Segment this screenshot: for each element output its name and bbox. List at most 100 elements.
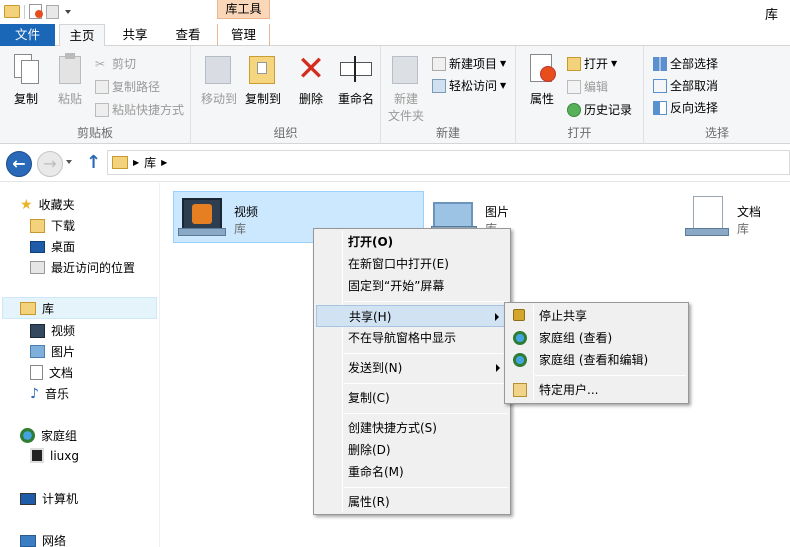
new-item-button[interactable]: 新建项目 ▼ bbox=[432, 55, 506, 72]
tab-manage[interactable]: 管理 bbox=[217, 24, 270, 46]
edit-button[interactable]: 编辑 bbox=[567, 78, 608, 95]
paste-button[interactable]: 粘贴 bbox=[50, 52, 90, 107]
computer-icon bbox=[20, 492, 36, 505]
users-icon bbox=[513, 383, 527, 397]
nav-item-documents[interactable]: 文档 bbox=[30, 364, 73, 381]
menu-item-share[interactable]: 共享(H) bbox=[316, 305, 508, 327]
ribbon-tabs: 文件 主页 共享 查看 管理 bbox=[0, 24, 790, 47]
copy-path-button[interactable]: 复制路径 bbox=[95, 78, 160, 95]
nav-item-videos[interactable]: 视频 bbox=[30, 322, 75, 339]
tab-file[interactable]: 文件 bbox=[0, 24, 55, 46]
paste-shortcut-icon bbox=[95, 102, 109, 117]
item-name: 图片 bbox=[485, 205, 510, 219]
nav-label: 视频 bbox=[51, 324, 76, 338]
paste-shortcut-button[interactable]: 粘贴快捷方式 bbox=[95, 101, 184, 118]
nav-item-pictures[interactable]: 图片 bbox=[30, 343, 75, 360]
menu-item-copy[interactable]: 复制(C) bbox=[316, 387, 508, 409]
submenu-item-homegroup-edit[interactable]: 家庭组 (查看和编辑) bbox=[507, 349, 686, 371]
scissors-icon: ✂ bbox=[95, 56, 106, 71]
desktop-icon bbox=[30, 240, 45, 253]
forward-button[interactable]: → bbox=[37, 151, 63, 177]
select-all-button[interactable]: 全部选择 bbox=[653, 55, 718, 72]
nav-item-music[interactable]: ♪ 音乐 bbox=[30, 385, 69, 402]
new-item-icon bbox=[432, 56, 446, 71]
new-folder-button[interactable]: 新建 文件夹 bbox=[385, 52, 427, 124]
menu-item-hide-nav[interactable]: 不在导航窗格中显示 bbox=[316, 327, 508, 349]
open-button[interactable]: 打开 ▼ bbox=[567, 55, 617, 72]
nav-item-network[interactable]: 网络 bbox=[20, 532, 66, 547]
menu-item-properties[interactable]: 属性(R) bbox=[316, 491, 508, 513]
nav-item-user[interactable]: liuxg bbox=[30, 448, 79, 463]
nav-item-libraries[interactable]: 库 bbox=[20, 300, 54, 317]
homegroup-edit-label: 家庭组 (查看和编辑) bbox=[539, 353, 649, 367]
invert-selection-button[interactable]: 反向选择 bbox=[653, 99, 718, 116]
new-folder-label-1: 新建 bbox=[393, 92, 418, 106]
menu-item-send-to-label: 发送到(N) bbox=[348, 361, 403, 375]
group-label-select: 选择 bbox=[704, 126, 729, 140]
menu-separator bbox=[344, 413, 508, 414]
nav-item-recent[interactable]: 最近访问的位置 bbox=[30, 259, 135, 276]
copy-to-button[interactable]: 复制到 bbox=[241, 52, 285, 107]
item-name: 文档 bbox=[737, 205, 762, 219]
document-library-icon bbox=[685, 196, 729, 238]
back-button[interactable]: ← bbox=[6, 151, 32, 177]
new-item-label: 新建项目 bbox=[449, 57, 498, 71]
nav-label: 最近访问的位置 bbox=[51, 261, 136, 275]
menu-item-rename[interactable]: 重命名(M) bbox=[316, 461, 508, 483]
select-all-label: 全部选择 bbox=[670, 57, 719, 71]
cut-button[interactable]: ✂ 剪切 bbox=[95, 55, 136, 72]
breadcrumb-chevron-icon[interactable]: ▶ bbox=[133, 158, 139, 167]
menu-separator bbox=[344, 383, 508, 384]
submenu-item-homegroup-view[interactable]: 家庭组 (查看) bbox=[507, 327, 686, 349]
tab-home[interactable]: 主页 bbox=[59, 24, 105, 47]
history-icon bbox=[567, 102, 581, 117]
select-none-button[interactable]: 全部取消 bbox=[653, 77, 718, 94]
copy-button[interactable]: 复制 bbox=[6, 52, 46, 107]
invert-selection-label: 反向选择 bbox=[670, 101, 719, 115]
tab-view[interactable]: 查看 bbox=[166, 24, 210, 46]
nav-item-favorites[interactable]: ★ 收藏夹 bbox=[20, 196, 75, 213]
nav-item-homegroup[interactable]: 家庭组 bbox=[20, 427, 77, 444]
menu-item-open-new-window[interactable]: 在新窗口中打开(E) bbox=[316, 253, 508, 275]
tab-share[interactable]: 共享 bbox=[113, 24, 157, 46]
menu-item-send-to[interactable]: 发送到(N) bbox=[316, 357, 508, 379]
nav-label: 音乐 bbox=[44, 387, 69, 401]
library-item-documents[interactable]: 文档库 bbox=[685, 196, 785, 248]
customize-qat-icon[interactable] bbox=[65, 9, 71, 14]
easy-access-label: 轻松访问 bbox=[449, 79, 498, 93]
open-label: 打开 bbox=[584, 57, 609, 71]
menu-item-pin-start[interactable]: 固定到“开始”屏幕 bbox=[316, 275, 508, 297]
menu-item-create-shortcut[interactable]: 创建快捷方式(S) bbox=[316, 417, 508, 439]
submenu-item-specific-people[interactable]: 特定用户... bbox=[507, 379, 686, 401]
menu-item-open[interactable]: 打开(O) bbox=[316, 231, 508, 253]
nav-item-downloads[interactable]: 下载 bbox=[30, 217, 75, 234]
lock-icon bbox=[513, 309, 525, 321]
menu-separator bbox=[535, 375, 686, 376]
paste-icon bbox=[54, 52, 86, 86]
nav-label: 收藏夹 bbox=[38, 198, 75, 212]
breadcrumb-chevron-icon[interactable]: ▶ bbox=[161, 158, 167, 167]
up-button[interactable]: ↑ bbox=[86, 152, 101, 173]
submenu-item-stop-sharing[interactable]: 停止共享 bbox=[507, 305, 686, 327]
breadcrumb-library[interactable]: 库 bbox=[144, 154, 156, 171]
nav-item-computer[interactable]: 计算机 bbox=[20, 490, 78, 507]
delete-button[interactable]: ✕ 删除 bbox=[291, 52, 331, 107]
group-label-open: 打开 bbox=[567, 126, 592, 140]
properties-icon[interactable] bbox=[29, 4, 43, 19]
move-to-button[interactable]: 移动到 bbox=[197, 52, 241, 107]
nav-label: 网络 bbox=[42, 534, 67, 547]
easy-access-button[interactable]: 轻松访问 ▼ bbox=[432, 77, 506, 94]
new-folder-icon[interactable] bbox=[46, 4, 59, 19]
recent-locations-button[interactable] bbox=[66, 160, 72, 164]
folder-icon[interactable] bbox=[4, 5, 20, 18]
library-icon bbox=[20, 302, 36, 315]
rename-button[interactable]: 重命名 bbox=[332, 52, 380, 107]
group-organize: 移动到 复制到 ✕ 删除 重命名 组织 bbox=[191, 46, 381, 144]
menu-item-delete[interactable]: 删除(D) bbox=[316, 439, 508, 461]
properties-button[interactable]: 属性 bbox=[522, 52, 562, 107]
address-bar[interactable]: ▶ 库 ▶ bbox=[107, 150, 790, 175]
nav-item-desktop[interactable]: 桌面 bbox=[30, 238, 75, 255]
group-label-new: 新建 bbox=[435, 126, 460, 140]
history-button[interactable]: 历史记录 bbox=[567, 101, 632, 118]
group-open: 属性 打开 ▼ 编辑 历史记录 打开 bbox=[516, 46, 644, 144]
